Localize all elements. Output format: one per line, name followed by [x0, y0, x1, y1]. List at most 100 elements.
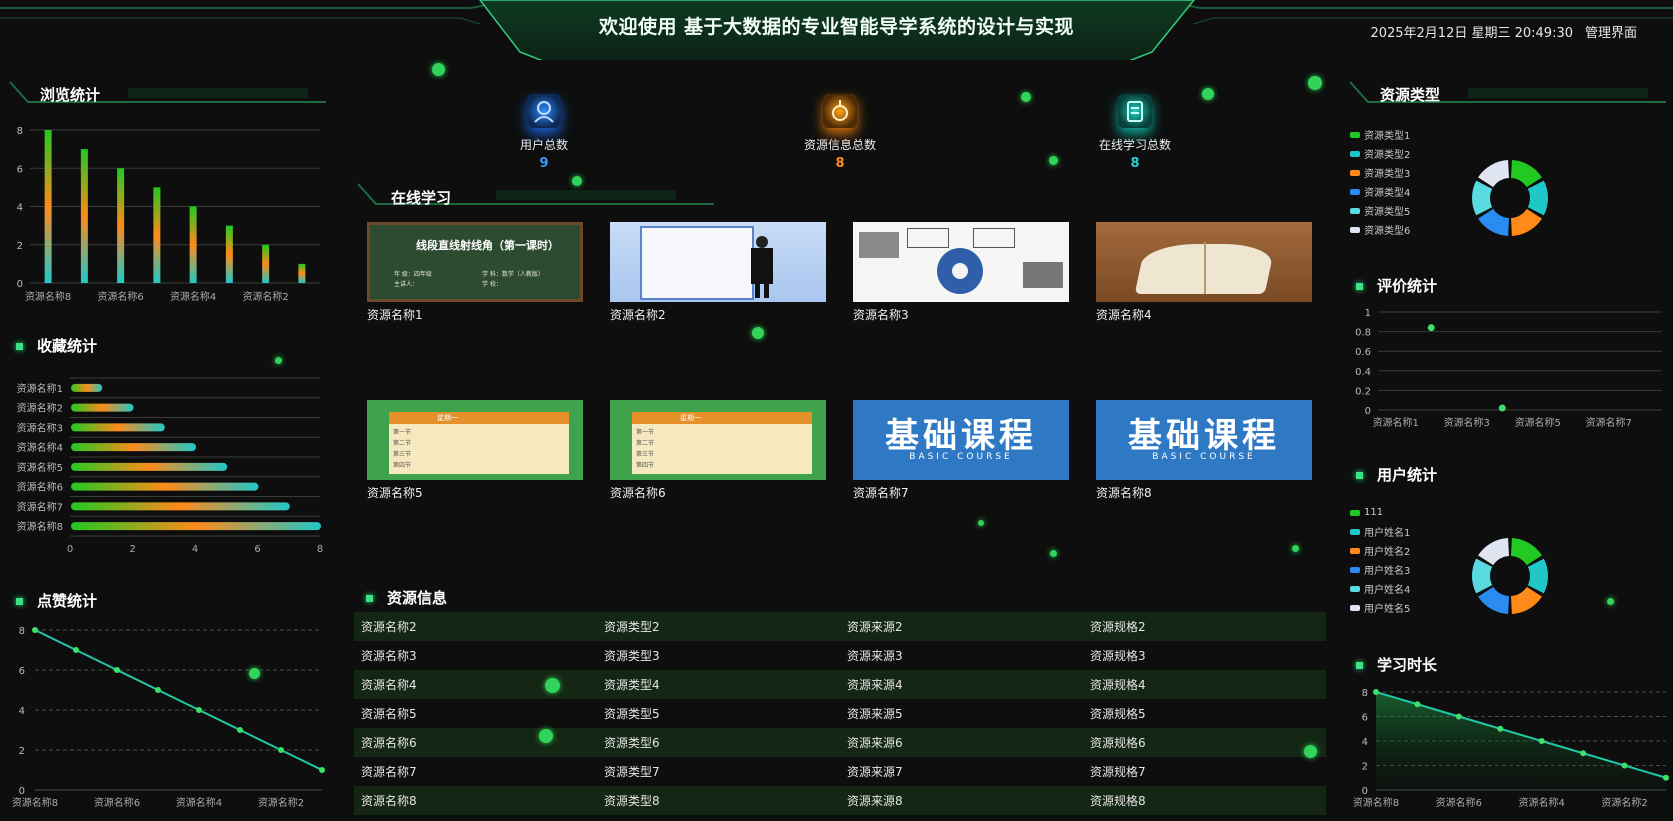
legend-item[interactable]: 资源类型4 — [1350, 182, 1410, 201]
legend-label: 用户姓名5 — [1364, 604, 1411, 615]
legend-item[interactable]: 用户姓名2 — [1350, 541, 1410, 560]
legend-item[interactable]: 资源类型5 — [1350, 201, 1410, 220]
resource-thumbnail[interactable]: 星期一 第一节 第二节 第三节 第四节 — [610, 400, 826, 480]
x-tick-label: 资源名称8 — [12, 796, 58, 809]
resource-card[interactable]: 基础课程 BASIC COURSE 资源名称8 — [1096, 400, 1312, 501]
resource-card-title[interactable]: 资源名称4 — [1096, 306, 1312, 323]
resource-icon — [823, 94, 857, 128]
resource-thumbnail[interactable]: 星期一 第一节 第二节 第三节 第四节 — [367, 400, 583, 480]
table-row[interactable]: 资源名称5 资源类型5 资源来源5 资源规格5 — [354, 699, 1326, 728]
resource-card[interactable]: 资源名称4 — [1096, 222, 1312, 323]
pie-slice — [1472, 180, 1493, 216]
legend-item[interactable]: 111 — [1350, 503, 1410, 522]
x-tick-label: 2 — [129, 544, 135, 555]
legend-label: 资源类型3 — [1364, 169, 1411, 180]
legend-label: 资源类型4 — [1364, 188, 1411, 199]
legend-label: 资源类型6 — [1364, 226, 1411, 237]
data-point — [237, 727, 243, 733]
resource-thumbnail[interactable] — [610, 222, 826, 302]
data-point — [1497, 725, 1504, 732]
legend-label: 用户姓名1 — [1364, 528, 1411, 539]
resource-card-title[interactable]: 资源名称1 — [367, 306, 583, 323]
x-tick-label: 资源名称6 — [94, 796, 140, 809]
glow-dot — [978, 520, 984, 526]
glow-dot — [275, 357, 282, 364]
resource-card-title[interactable]: 资源名称3 — [853, 306, 1069, 323]
bar — [189, 206, 197, 283]
stat-resources: 资源信息总数 8 — [780, 94, 900, 171]
legend-item[interactable]: 用户姓名1 — [1350, 522, 1410, 541]
resource-card[interactable]: 星期一 第一节 第二节 第三节 第四节 资源名称5 — [367, 400, 583, 501]
resource-card-title[interactable]: 资源名称7 — [853, 484, 1069, 501]
resource-thumbnail[interactable]: 基础课程 BASIC COURSE — [1096, 400, 1312, 480]
resource-card-title[interactable]: 资源名称2 — [610, 306, 826, 323]
legend-item[interactable]: 资源类型6 — [1350, 220, 1410, 239]
resource-card-title[interactable]: 资源名称6 — [610, 484, 826, 501]
resource-card-title[interactable]: 资源名称8 — [1096, 484, 1312, 501]
legend-item[interactable]: 资源类型1 — [1350, 125, 1410, 144]
table-row[interactable]: 资源名称6 资源类型6 资源来源6 资源规格6 — [354, 728, 1326, 757]
resource-card-title[interactable]: 资源名称5 — [367, 484, 583, 501]
resource-thumbnail[interactable]: 基础课程 BASIC COURSE — [853, 400, 1069, 480]
y-tick-label: 资源名称4 — [17, 441, 63, 454]
table-row[interactable]: 资源名称3 资源类型3 资源来源3 资源规格3 — [354, 641, 1326, 670]
bar — [71, 482, 259, 491]
table-row[interactable]: 资源名称8 资源类型8 资源来源8 资源规格8 — [354, 786, 1326, 815]
data-point — [114, 667, 120, 673]
bar — [71, 502, 290, 511]
resource-card[interactable]: 资源名称2 — [610, 222, 826, 323]
data-point — [1663, 774, 1669, 781]
pie-slice — [1478, 538, 1510, 566]
x-tick-label: 资源名称7 — [1586, 416, 1632, 429]
data-point — [1373, 689, 1379, 695]
bar — [71, 443, 196, 452]
x-tick-label: 资源名称2 — [258, 796, 304, 809]
y-tick-label: 0.4 — [1355, 367, 1371, 378]
legend-item[interactable]: 资源类型2 — [1350, 144, 1410, 163]
y-tick-label: 资源名称8 — [17, 520, 63, 533]
table-row[interactable]: 资源名称4 资源类型4 资源来源4 资源规格4 — [354, 670, 1326, 699]
x-tick-label: 资源名称4 — [176, 796, 222, 809]
admin-link[interactable]: 管理界面 — [1585, 22, 1637, 41]
panel-title-user-stats: 用户统计 — [1356, 464, 1437, 485]
legend-swatch — [1350, 585, 1360, 592]
bar — [71, 423, 165, 432]
legend-item[interactable]: 用户姓名4 — [1350, 579, 1410, 598]
legend-item[interactable]: 资源类型3 — [1350, 163, 1410, 182]
resource-thumbnail[interactable]: 线段直线射线角（第一课时） 年 级：四年级 学 科：数学（人教版） 主讲人： 学… — [367, 222, 583, 302]
resource-card[interactable]: 星期一 第一节 第二节 第三节 第四节 资源名称6 — [610, 400, 826, 501]
resource-card[interactable]: 线段直线射线角（第一课时） 年 级：四年级 学 科：数学（人教版） 主讲人： 学… — [367, 222, 583, 323]
glow-dot — [1049, 156, 1058, 165]
pie-slice — [1510, 586, 1542, 614]
legend-label: 用户姓名4 — [1364, 585, 1411, 596]
legend-swatch — [1350, 207, 1360, 214]
legend-swatch — [1350, 528, 1360, 535]
legend-swatch — [1350, 169, 1360, 176]
legend-swatch — [1350, 566, 1360, 573]
resource-thumbnail[interactable] — [853, 222, 1069, 302]
bullet-icon — [16, 598, 23, 605]
table-row[interactable]: 资源名称7 资源类型7 资源来源7 资源规格7 — [354, 757, 1326, 786]
bar — [71, 403, 134, 412]
pie-slice — [1478, 208, 1510, 236]
y-tick-label: 资源名称1 — [17, 382, 63, 395]
x-tick-label: 8 — [317, 544, 323, 555]
x-tick-label: 4 — [192, 544, 198, 555]
data-point — [1455, 713, 1462, 720]
favorite-bar-chart: 资源名称1 资源名称2 资源名称3 资源名称4 资源名称5 资源名称6 资源名称7 资源名称8… — [17, 377, 323, 555]
resource-card[interactable]: 基础课程 BASIC COURSE 资源名称7 — [853, 400, 1069, 501]
bar — [262, 244, 270, 283]
resource-type-legend: 资源类型1 资源类型2 资源类型3 资源类型4 资源类型5 资源类型6 — [1350, 125, 1410, 239]
table-row[interactable]: 资源名称2 资源类型2 资源来源2 资源规格2 — [354, 612, 1326, 641]
legend-item[interactable]: 用户姓名5 — [1350, 598, 1410, 617]
data-point — [73, 647, 79, 653]
resource-card[interactable]: 资源名称3 — [853, 222, 1069, 323]
user-icon — [527, 94, 561, 128]
x-tick-label: 6 — [254, 544, 260, 555]
y-tick-label: 2 — [17, 241, 23, 252]
legend-label: 用户姓名2 — [1364, 547, 1411, 558]
legend-item[interactable]: 用户姓名3 — [1350, 560, 1410, 579]
x-tick-label: 资源名称5 — [1515, 416, 1561, 429]
resource-thumbnail[interactable] — [1096, 222, 1312, 302]
panel-title-rating: 评价统计 — [1356, 275, 1437, 296]
